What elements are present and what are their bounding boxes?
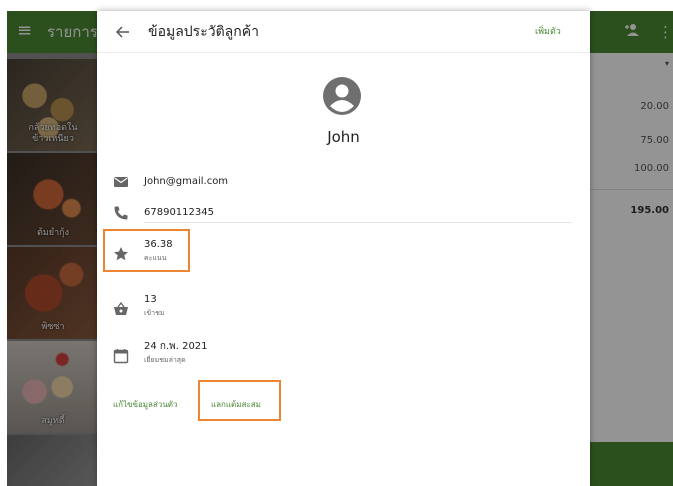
points-highlight [103,229,190,272]
add-button[interactable]: เพิ่มตัว [535,25,561,39]
section-divider [144,222,572,223]
redeem-highlight [198,380,281,421]
last-visit-row: 24 ก.พ. 2021 เยี่ยมชมล่าสุด [97,336,590,376]
customer-name: John [327,128,360,146]
visits-row: 13 เข้าชม [97,289,590,329]
account-circle-icon [323,77,361,115]
calendar-icon [113,349,129,364]
visits-value: 13 [144,294,157,305]
customer-email: John@gmail.com [144,176,229,187]
dialog-title: ข้อมูลประวัติลูกค้า [148,24,259,40]
email-row: John@gmail.com [97,171,590,193]
visits-label: เข้าชม [144,309,165,317]
customer-phone: 67890112345 [144,207,214,218]
shopping-basket-icon [114,301,128,315]
back-arrow-icon[interactable] [112,21,134,43]
last-visit-value: 24 ก.พ. 2021 [144,341,208,352]
edit-profile-link[interactable]: แก้ไขข้อมูลส่วนตัว [113,399,177,411]
email-icon [114,177,128,187]
last-visit-label: เยี่ยมชมล่าสุด [144,356,186,364]
dialog-header: ข้อมูลประวัติลูกค้า เพิ่มตัว [97,11,590,53]
phone-icon [114,206,128,220]
phone-row: 67890112345 [97,202,590,224]
customer-profile-dialog: ข้อมูลประวัติลูกค้า เพิ่มตัว John John@g… [97,11,590,486]
